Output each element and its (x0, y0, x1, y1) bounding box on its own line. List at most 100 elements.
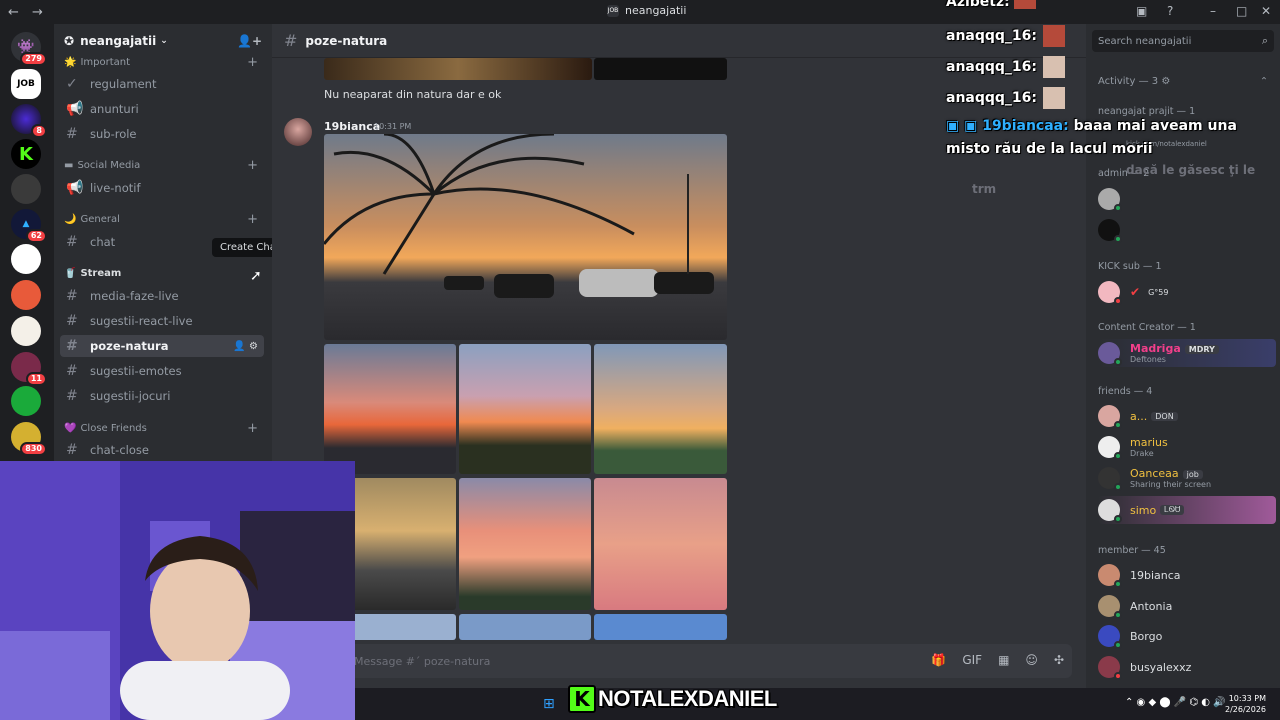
photo-attachment[interactable] (594, 58, 727, 80)
channel-sugestii-jocuri[interactable]: # sugestii-jocuri (60, 385, 264, 407)
composer-icons: 🎁 GIF ▦ ☺ ✣ (931, 653, 1064, 667)
member-item[interactable]: a... DON (1098, 402, 1276, 430)
category-important[interactable]: 🌟 Important + (64, 55, 264, 70)
channel-sugestii-emotes[interactable]: # sugestii-emotes (60, 360, 264, 382)
server-icon[interactable] (11, 316, 41, 346)
photo-pink-sky[interactable] (459, 478, 591, 610)
emote-icon (1043, 56, 1066, 78)
channel-label: sugestii-react-live (90, 314, 193, 328)
member-item[interactable]: ✔ G°59 (1098, 278, 1276, 306)
server-icon[interactable] (11, 174, 41, 204)
avatar (1098, 342, 1122, 366)
hash-icon: ✓ (66, 76, 78, 92)
photo-attachment[interactable] (594, 614, 727, 640)
heart-icon: ✔ (1130, 285, 1141, 299)
kick-server-icon[interactable]: K (11, 139, 41, 169)
message-input[interactable]: Message #´ poze-natura 🎁 GIF ▦ ☺ ✣ (344, 644, 1072, 678)
back-icon[interactable]: ← (8, 5, 24, 20)
channel-label: anunturi (90, 102, 139, 116)
category-stream[interactable]: 🥤 Stream (64, 268, 264, 279)
invite-people-icon[interactable]: 👤+ (237, 34, 262, 48)
message-author[interactable]: 19bianca (324, 120, 380, 133)
member-name: simo (1130, 503, 1157, 517)
clock-date: 2/26/2026 (1225, 705, 1267, 714)
member-item[interactable]: 19bianca (1098, 561, 1276, 589)
server-icon[interactable] (11, 280, 41, 310)
tray-icons[interactable]: ⌃ ◉ ◆ ⬤ 🎤 ⌬ ◐ 🔊 (1125, 697, 1226, 708)
category-social-media[interactable]: ▬ Social Media + (64, 158, 264, 173)
apps-icon[interactable]: ✣ (1054, 653, 1064, 667)
server-header[interactable]: ✪ neangajatii ⌄ 👤+ (54, 24, 272, 58)
category-label: General (80, 214, 120, 225)
create-channel-icon[interactable]: + (247, 421, 258, 436)
member-status: Deftones (1130, 355, 1166, 364)
photo-field-sunset[interactable] (594, 344, 727, 474)
taskbar-clock[interactable]: 10:33 PM 2/26/2026 (1225, 693, 1266, 715)
member-item[interactable]: busyalexxz (1098, 653, 1276, 681)
group-header: KICK sub — 1 (1098, 261, 1162, 272)
photo-attachment[interactable] (459, 614, 591, 640)
server-icon[interactable]: 11 (11, 352, 47, 386)
server-job[interactable]: JOB (11, 69, 41, 99)
member-item[interactable] (1098, 216, 1276, 244)
forward-icon[interactable]: → (32, 5, 48, 20)
discord-home-icon[interactable]: 👾 279 (11, 32, 47, 66)
channel-sub-role[interactable]: # sub-role (60, 123, 264, 145)
channel-settings-icon[interactable]: 👤 ⚙ (233, 341, 258, 352)
channel-media-faze-live[interactable]: # media-faze-live (60, 285, 264, 307)
photo-palm-sunset[interactable] (324, 134, 727, 340)
create-channel-icon[interactable]: + (247, 212, 258, 227)
channel-anunturi[interactable]: 📢 anunturi (60, 98, 264, 120)
category-icon: 🌙 (64, 214, 77, 225)
channel-label: sugestii-jocuri (90, 389, 171, 403)
member-name-text: Oanceaa (1130, 467, 1179, 480)
gift-icon[interactable]: 🎁 (931, 653, 946, 667)
member-name: Oanceaa job (1130, 467, 1211, 480)
channel-title: poze-natura (305, 33, 388, 48)
group-header: friends — 4 (1098, 386, 1153, 397)
member-item[interactable]: Borgo (1098, 622, 1276, 650)
member-item[interactable]: marius Drake (1098, 433, 1276, 461)
member-item[interactable]: Madriga MDRY Deftones (1098, 339, 1276, 367)
avatar (1098, 595, 1122, 619)
create-channel-icon[interactable]: + (247, 158, 258, 173)
channel-label: poze-natura (90, 339, 169, 353)
channel-sugestii-react-live[interactable]: # sugestii-react-live (60, 310, 264, 332)
server-icon[interactable]: ▲ 62 (11, 209, 47, 243)
overlay-text: trm (972, 182, 997, 196)
server-icon[interactable] (11, 386, 41, 416)
windows-start-icon[interactable]: ⊞ (543, 696, 555, 712)
server-icon[interactable] (11, 244, 41, 274)
photo-tree-sunset[interactable] (459, 344, 591, 474)
photo-attachment[interactable] (324, 58, 592, 80)
hash-icon: # (66, 442, 78, 458)
photo-railway-sunset[interactable] (324, 344, 456, 474)
server-icon[interactable]: 8 (11, 104, 47, 138)
channel-poze-natura[interactable]: # poze-natura 👤 ⚙ (60, 335, 264, 357)
avatar (1098, 625, 1122, 649)
member-name: Borgo (1130, 629, 1163, 643)
channel-chat-close[interactable]: # chat-close (60, 439, 264, 461)
channel-live-notif[interactable]: 📢 live-notif (60, 177, 264, 199)
create-channel-icon[interactable]: + (247, 55, 258, 70)
category-close-friends[interactable]: 💜 Close Friends + (64, 421, 264, 436)
overlay-user: anaqqq_16: (946, 59, 1038, 75)
member-item[interactable]: simo ᏞᏫᏌ (1098, 496, 1276, 524)
category-icon: ▬ (64, 160, 74, 171)
overlay-line: anaqqq_16: (946, 87, 1066, 109)
sticker-icon[interactable]: ▦ (998, 653, 1009, 667)
member-item[interactable]: Antonia (1098, 592, 1276, 620)
gif-icon[interactable]: GIF (962, 653, 982, 667)
category-general[interactable]: 🌙 General + (64, 212, 264, 227)
photo-pink-clouds[interactable] (594, 478, 727, 610)
member-item[interactable]: Oanceaa job Sharing their screen (1098, 464, 1276, 492)
member-tag: job (1182, 470, 1203, 479)
brand-text: NOTALEXDANIEL (598, 686, 777, 711)
avatar (1098, 436, 1122, 460)
message-timestamp: 10:31 PM (374, 122, 412, 131)
emoji-icon[interactable]: ☺ (1025, 653, 1038, 667)
member-name: marius (1130, 436, 1168, 449)
server-icon[interactable]: 830 (11, 422, 47, 456)
user-avatar[interactable] (284, 118, 312, 146)
channel-regulament[interactable]: ✓ regulament (60, 73, 264, 95)
